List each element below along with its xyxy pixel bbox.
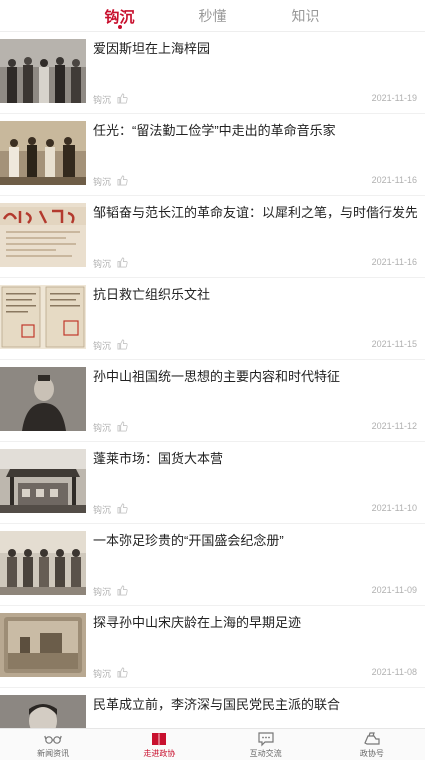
article-title: 一本弥足珍贵的“开国盛会纪念册” [93, 533, 284, 548]
nav-label: 政协号 [359, 749, 384, 758]
list-item[interactable]: 探寻孙中山宋庆龄在上海的早期足迹 钩沉 2021-11-08 [0, 606, 425, 688]
article-date: 2021-11-12 [371, 421, 417, 431]
article-date: 2021-11-08 [371, 667, 417, 677]
article-date: 2021-11-16 [371, 257, 417, 267]
thumbs-up-icon[interactable] [117, 257, 128, 268]
article-list[interactable]: 爱因斯坦在上海梓园 钩沉 2021-11-19 任光：“留法勤工俭学”中走出的革… [0, 32, 425, 728]
article-meta: 钩沉 2021-11-08 [93, 667, 417, 681]
article-date: 2021-11-15 [371, 339, 417, 349]
list-item[interactable]: 孙中山祖国统一思想的主要内容和时代特征 钩沉 2021-11-12 [0, 360, 425, 442]
article-thumbnail [0, 449, 86, 513]
tab-miaodong[interactable]: 秒懂 [166, 0, 259, 31]
article-thumbnail [0, 531, 86, 595]
thumbs-up-icon[interactable] [117, 667, 128, 678]
list-item[interactable]: 蓬莱市场：国货大本营 钩沉 2021-11-10 [0, 442, 425, 524]
nav-label: 走进政协 [143, 749, 176, 758]
hand-icon [364, 732, 380, 745]
article-source: 钩沉 [93, 669, 112, 679]
article-meta: 钩沉 2021-11-19 [93, 93, 417, 107]
article-title: 探寻孙中山宋庆龄在上海的早期足迹 [93, 615, 302, 630]
nav-label: 新闻资讯 [37, 749, 70, 758]
glasses-icon [44, 735, 62, 744]
nav-interaction[interactable]: 互动交流 [213, 729, 319, 760]
article-date: 2021-11-19 [371, 93, 417, 103]
article-date: 2021-11-09 [371, 585, 417, 595]
article-thumbnail [0, 203, 86, 267]
article-thumbnail [0, 121, 86, 185]
article-source: 钩沉 [93, 423, 112, 433]
article-source: 钩沉 [93, 259, 112, 269]
article-title: 孙中山祖国统一思想的主要内容和时代特征 [93, 369, 341, 384]
nav-news[interactable]: 新闻资讯 [0, 729, 106, 760]
article-thumbnail [0, 285, 86, 349]
thumbs-up-icon[interactable] [117, 585, 128, 596]
article-thumbnail [0, 39, 86, 103]
list-item[interactable]: 任光：“留法勤工俭学”中走出的革命音乐家 钩沉 2021-11-16 [0, 114, 425, 196]
article-meta: 钩沉 2021-11-10 [93, 503, 417, 517]
thumbs-up-icon[interactable] [117, 175, 128, 186]
tab-label: 秒懂 [198, 8, 227, 24]
chat-icon [258, 732, 274, 747]
list-item[interactable]: 一本弥足珍贵的“开国盛会纪念册” 钩沉 2021-11-09 [0, 524, 425, 606]
top-tab-bar: 钩沉 秒懂 知识 [0, 0, 425, 32]
tab-label: 钩沉 [104, 9, 135, 26]
active-tab-indicator [117, 25, 122, 29]
article-title: 邹韬奋与范长江的革命友谊：以犀利之笔，与时偕行发先声 [93, 205, 417, 220]
article-source: 钩沉 [93, 505, 112, 515]
thumbs-up-icon[interactable] [117, 421, 128, 432]
list-item[interactable]: 邹韬奋与范长江的革命友谊：以犀利之笔，与时偕行发先声 钩沉 2021-11-16 [0, 196, 425, 278]
article-meta: 钩沉 2021-11-16 [93, 257, 417, 271]
tab-gouchen[interactable]: 钩沉 [73, 0, 166, 31]
tab-zhishi[interactable]: 知识 [259, 0, 352, 31]
thumbs-up-icon[interactable] [117, 339, 128, 350]
article-source: 钩沉 [93, 177, 112, 187]
article-title: 任光：“留法勤工俭学”中走出的革命音乐家 [93, 123, 336, 138]
bottom-navigation: 新闻资讯 走进政协 互动交流 政协号 [0, 728, 425, 760]
article-source: 钩沉 [93, 587, 112, 597]
article-meta: 钩沉 2021-11-12 [93, 421, 417, 435]
article-thumbnail [0, 367, 86, 431]
thumbs-up-icon[interactable] [117, 503, 128, 514]
article-thumbnail [0, 695, 86, 728]
article-source: 钩沉 [93, 341, 112, 351]
article-title: 蓬莱市场：国货大本营 [93, 451, 224, 466]
article-meta: 钩沉 2021-11-16 [93, 175, 417, 189]
nav-label: 互动交流 [249, 749, 282, 758]
nav-zhengxie-hao[interactable]: 政协号 [319, 729, 425, 760]
article-title: 抗日救亡组织乐文社 [93, 287, 211, 302]
nav-zoujin-zhengxie[interactable]: 走进政协 [106, 729, 212, 760]
book-icon [152, 733, 167, 746]
thumbs-up-icon[interactable] [117, 93, 128, 104]
article-meta: 钩沉 2021-11-15 [93, 339, 417, 353]
list-item[interactable]: 抗日救亡组织乐文社 钩沉 2021-11-15 [0, 278, 425, 360]
article-title: 民革成立前，李济深与国民党民主派的联合 [93, 697, 341, 712]
list-item[interactable]: 民革成立前，李济深与国民党民主派的联合 [0, 688, 425, 728]
article-date: 2021-11-10 [371, 503, 417, 513]
article-meta: 钩沉 2021-11-09 [93, 585, 417, 599]
tab-label: 知识 [291, 8, 320, 24]
article-source: 钩沉 [93, 95, 112, 105]
article-title: 爱因斯坦在上海梓园 [93, 41, 211, 56]
article-thumbnail [0, 613, 86, 677]
article-date: 2021-11-16 [371, 175, 417, 185]
list-item[interactable]: 爱因斯坦在上海梓园 钩沉 2021-11-19 [0, 32, 425, 114]
